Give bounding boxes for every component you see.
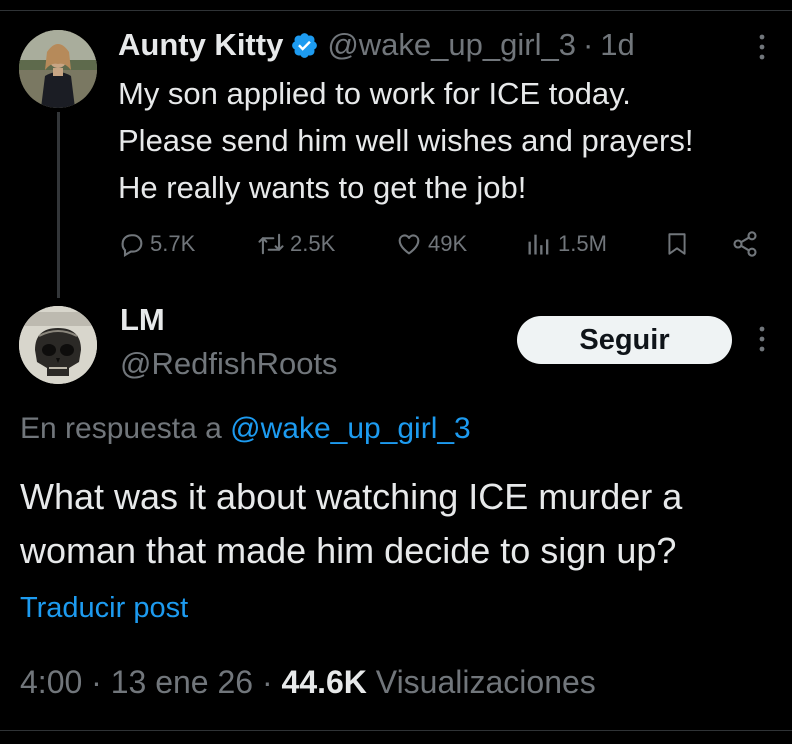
more-vertical-icon[interactable] (752, 30, 772, 64)
verified-badge-icon[interactable] (290, 31, 319, 60)
reply-mention-link[interactable]: @wake_up_girl_3 (230, 412, 471, 445)
separator-dot: · (582, 27, 594, 62)
reply-count: 5.7K (150, 231, 196, 256)
reply-button[interactable]: 5.7K (118, 224, 195, 264)
author-name[interactable]: LM (120, 302, 165, 338)
repost-button[interactable]: 2.5K (256, 224, 335, 264)
views-count: 1.5M (558, 231, 607, 256)
reply-context: En respuesta a @wake_up_girl_3 (20, 412, 471, 446)
repost-count: 2.5K (290, 231, 336, 256)
bookmark-button[interactable] (664, 224, 690, 264)
author-handle[interactable]: @RedfishRoots (120, 346, 338, 382)
tweet-text: What was it about watching ICE murder a … (20, 476, 683, 571)
heart-icon (394, 230, 424, 258)
reply-bubble-icon (118, 230, 146, 258)
tweet-text: My son applied to work for ICE today. Pl… (118, 76, 694, 205)
thread-connector-line (57, 112, 60, 298)
bookmark-icon (664, 230, 690, 258)
tweet-meta: 4:00 · 13 ene 26 · 44.6K Visualizaciones (20, 664, 596, 701)
like-button[interactable]: 49K (394, 224, 467, 264)
author-handle[interactable]: @wake_up_girl_3 (327, 27, 576, 63)
avatar[interactable] (19, 306, 97, 384)
translate-post-link[interactable]: Traducir post (20, 592, 188, 625)
tweet-time[interactable]: 1d (600, 27, 634, 63)
repost-icon (256, 230, 286, 258)
views-label: Visualizaciones (375, 664, 596, 700)
more-vertical-icon[interactable] (752, 322, 772, 356)
tweet-actions-bar: 5.7K 2.5K 49K 1.5M (118, 224, 768, 264)
share-button[interactable] (730, 224, 760, 264)
parent-tweet-header: Aunty Kitty @wake_up_girl_3 · 1d (118, 24, 635, 66)
follow-button[interactable]: Seguir (517, 316, 732, 364)
author-name[interactable]: Aunty Kitty (118, 27, 283, 63)
bottom-divider (0, 730, 792, 731)
reply-prefix: En respuesta a (20, 412, 222, 445)
avatar[interactable] (19, 30, 97, 108)
views-button[interactable]: 1.5M (524, 224, 607, 264)
views-bar-chart-icon (524, 230, 554, 258)
share-icon (730, 230, 760, 258)
tweet-timestamp[interactable]: 4:00 · 13 ene 26 · (20, 664, 273, 700)
like-count: 49K (428, 231, 468, 256)
top-divider (0, 10, 792, 11)
views-count: 44.6K (281, 664, 367, 700)
